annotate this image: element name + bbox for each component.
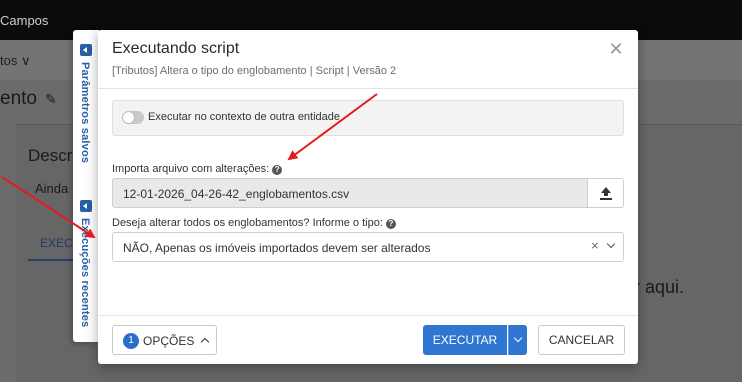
context-toggle-switch[interactable]	[122, 111, 144, 124]
file-input-value: 12-01-2026_04-26-42_englobamentos.csv	[123, 187, 350, 201]
select-value: NÃO, Apenas os imóveis importados devem …	[123, 241, 431, 255]
app-section-title: Descr	[28, 146, 73, 165]
run-script-dialog: Executando script [Tributos] Altera o ti…	[98, 30, 638, 364]
execute-button[interactable]: EXECUTAR	[423, 325, 507, 355]
options-button[interactable]: 1 OPÇÕES	[112, 325, 217, 355]
modal-side-tabs: Parâmetros salvos Execuções recentes	[73, 30, 99, 342]
select-field-label: Deseja alterar todos os englobamentos? I…	[112, 217, 396, 229]
upload-icon-stem	[604, 192, 608, 196]
app-page-title: ento ✎	[0, 88, 57, 110]
englobamento-type-select[interactable]: NÃO, Apenas os imóveis importados devem …	[112, 232, 624, 262]
app-topbar-title: Campos	[0, 13, 49, 28]
execute-dropdown-button[interactable]	[508, 325, 527, 355]
select-field-label-text: Deseja alterar todos os englobamentos? I…	[112, 217, 383, 229]
app-info-text: Ainda	[35, 181, 69, 196]
dialog-subtitle: [Tributos] Altera o tipo do englobamento…	[112, 65, 397, 77]
help-icon[interactable]: ?	[272, 165, 283, 175]
file-field-label-text: Importa arquivo com alterações:	[112, 163, 270, 175]
collapse-left-icon	[80, 200, 92, 212]
help-icon[interactable]: ?	[385, 219, 396, 229]
options-count-badge: 1	[123, 333, 139, 349]
context-toggle-label: Executar no contexto de outra entidade	[148, 111, 341, 123]
app-subnav-item[interactable]: tos ∨	[0, 53, 30, 69]
chevron-up-icon	[200, 337, 210, 347]
app-tab-executions[interactable]: EXEC	[40, 236, 73, 250]
clear-icon[interactable]: ×	[591, 238, 599, 253]
cancel-button[interactable]: CANCELAR	[538, 325, 625, 355]
chevron-down-icon[interactable]	[606, 239, 616, 249]
options-button-label: OPÇÕES	[143, 334, 195, 348]
dialog-title: Executando script	[112, 40, 240, 57]
file-field-label: Importa arquivo com alterações:?	[112, 163, 283, 175]
app-body-text: r aqui.	[634, 277, 685, 297]
side-tab-recent-runs-label: Execuções recentes	[79, 218, 91, 328]
pencil-icon[interactable]: ✎	[45, 91, 57, 107]
header-divider	[98, 88, 638, 89]
file-input[interactable]: 12-01-2026_04-26-42_englobamentos.csv	[112, 178, 588, 208]
collapse-left-icon	[80, 44, 92, 56]
upload-icon-base	[600, 198, 612, 200]
upload-button[interactable]	[587, 178, 624, 208]
footer-divider	[98, 315, 638, 316]
close-icon[interactable]: ✕	[608, 40, 624, 58]
app-page-title-text: ento	[0, 88, 37, 109]
side-tab-saved-params-label: Parâmetros salvos	[79, 62, 91, 164]
chevron-down-icon	[513, 333, 523, 343]
context-toggle-box: Executar no contexto de outra entidade	[112, 100, 624, 136]
